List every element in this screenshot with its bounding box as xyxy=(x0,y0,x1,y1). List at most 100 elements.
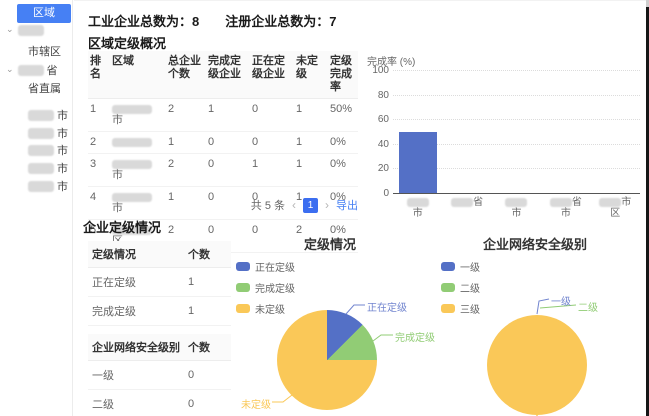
legend-label: 一级 xyxy=(460,259,480,274)
security-level-pie-card: 企业网络安全级别 一级二级三级 一级 二级 xyxy=(440,228,648,416)
redacted-text xyxy=(28,181,54,192)
x-tick-label: 省市 xyxy=(541,197,590,219)
pie1-callout-completed: 完成定级 xyxy=(395,329,435,344)
completion-rate-bar-chart: 完成率 (%) 020406080100市省市省市市区 xyxy=(365,49,647,219)
redacted-text xyxy=(451,198,473,207)
pie1-legend: 正在定级完成定级未定级 xyxy=(236,259,295,316)
security-level-table: 企业网络安全级别个数一级0二级0三级2 xyxy=(88,334,231,416)
caret-down-icon[interactable]: ⌄ xyxy=(6,64,14,75)
pie2-title: 企业网络安全级别 xyxy=(440,234,630,253)
stat-registered-value: 7 xyxy=(329,14,336,29)
y-tick-label: 0 xyxy=(367,188,389,199)
next-page-button[interactable]: › xyxy=(325,198,329,212)
prev-page-button[interactable]: ‹ xyxy=(292,198,296,212)
stat-industrial-value: 8 xyxy=(192,14,199,29)
table-cell: 1 xyxy=(294,154,328,187)
column-header: 正在定级企业 xyxy=(250,51,294,99)
region-cell xyxy=(110,132,166,154)
legend-label: 完成定级 xyxy=(255,280,295,295)
caret-down-icon[interactable]: ⌄ xyxy=(6,24,14,35)
tree-item[interactable]: 市 xyxy=(28,142,68,158)
column-header: 排名 xyxy=(88,51,110,99)
page-number-button[interactable]: 1 xyxy=(303,198,318,213)
table-cell: 完成定级 xyxy=(88,297,184,326)
table-cell: 50% xyxy=(328,99,358,132)
column-header: 定级完成率 xyxy=(328,51,358,99)
stat-industrial-total: 工业企业总数为：8 xyxy=(88,11,199,30)
enterprise-section-title: 企业定级情况 xyxy=(83,217,161,236)
redacted-text xyxy=(28,163,54,174)
x-tick-label: 市 xyxy=(492,197,541,219)
legend-marker xyxy=(236,283,250,292)
tree-item[interactable]: 省直属 xyxy=(28,80,61,96)
table-cell: 1 xyxy=(184,297,231,326)
rating-status-pie-card: 定级情况 正在定级完成定级未定级 正在定级 完成定级 未定级 xyxy=(235,228,443,416)
tree-item[interactable]: 市 xyxy=(28,107,68,123)
legend-label: 未定级 xyxy=(255,301,285,316)
tree-item-label: 市 xyxy=(57,107,68,123)
redacted-text xyxy=(112,105,152,114)
legend-label: 正在定级 xyxy=(255,259,295,274)
table-cell: 2 xyxy=(88,132,110,154)
legend-marker xyxy=(441,304,455,313)
legend-marker xyxy=(236,304,250,313)
legend-item[interactable]: 二级 xyxy=(441,280,480,295)
legend-marker xyxy=(441,283,455,292)
table-cell: 1 xyxy=(88,99,110,132)
y-tick-label: 60 xyxy=(367,114,389,125)
table-cell: 0 xyxy=(250,99,294,132)
tree-item[interactable]: ⌄ xyxy=(6,25,44,36)
legend-item[interactable]: 正在定级 xyxy=(236,259,295,274)
pie2-legend: 一级二级三级 xyxy=(441,259,480,316)
table-cell: 0 xyxy=(206,154,250,187)
tree-item[interactable]: ⌄省 xyxy=(6,62,58,78)
legend-item[interactable]: 完成定级 xyxy=(236,280,295,295)
tree-item-label: 市 xyxy=(57,160,68,176)
gridline xyxy=(393,70,640,71)
pie1-callout-in-progress: 正在定级 xyxy=(367,299,407,314)
redacted-text xyxy=(550,198,572,207)
stat-registered-total: 注册企业总数为：7 xyxy=(225,11,336,30)
stat-industrial-label: 工业企业总数为： xyxy=(88,14,192,29)
table-row: 二级0 xyxy=(88,390,231,416)
y-tick-label: 80 xyxy=(367,90,389,101)
tree-item-label: 市 xyxy=(57,125,68,141)
x-tick-label: 市区 xyxy=(591,197,640,219)
sidebar-title-region[interactable]: 区域 xyxy=(17,4,71,23)
redacted-text xyxy=(28,110,54,121)
tree-item-label: 省 xyxy=(47,62,58,78)
column-header: 定级情况 xyxy=(88,241,184,268)
legend-label: 二级 xyxy=(460,280,480,295)
table-row: 1市210150% xyxy=(88,99,358,132)
legend-item[interactable]: 三级 xyxy=(441,301,480,316)
gridline xyxy=(393,119,640,120)
column-header: 总企业个数 xyxy=(166,51,206,99)
table-cell: 0 xyxy=(184,390,231,416)
pie2-callout-level2: 二级 xyxy=(578,299,598,314)
table-cell: 1 xyxy=(250,154,294,187)
export-button[interactable]: 导出 xyxy=(336,197,358,213)
tree-item[interactable]: 市辖区 xyxy=(28,43,61,59)
table-cell: 正在定级 xyxy=(88,268,184,297)
pagination-total: 共 5 条 xyxy=(251,197,285,213)
table-row: 3市20110% xyxy=(88,154,358,187)
tree-item[interactable]: 市 xyxy=(28,178,68,194)
region-suffix: 市 xyxy=(112,169,164,182)
tree-item[interactable]: 市 xyxy=(28,160,68,176)
table-cell: 1 xyxy=(294,132,328,154)
legend-item[interactable]: 未定级 xyxy=(236,301,295,316)
y-tick-label: 40 xyxy=(367,139,389,150)
redacted-text xyxy=(28,128,54,139)
tree-item[interactable]: 市 xyxy=(28,125,68,141)
table-cell: 0% xyxy=(328,154,358,187)
table-row: 正在定级1 xyxy=(88,268,231,297)
legend-item[interactable]: 一级 xyxy=(441,259,480,274)
stats-bar: 工业企业总数为：8 注册企业总数为：7 xyxy=(88,11,337,30)
stat-registered-label: 注册企业总数为： xyxy=(225,14,329,29)
column-header: 个数 xyxy=(184,241,231,268)
y-tick-label: 20 xyxy=(367,163,389,174)
tree-item-label: 市 xyxy=(57,178,68,194)
region-section-title: 区域定级概况 xyxy=(88,33,166,52)
table-cell: 3 xyxy=(88,154,110,187)
pagination: 共 5 条 ‹ 1 › 导出 xyxy=(88,197,358,213)
